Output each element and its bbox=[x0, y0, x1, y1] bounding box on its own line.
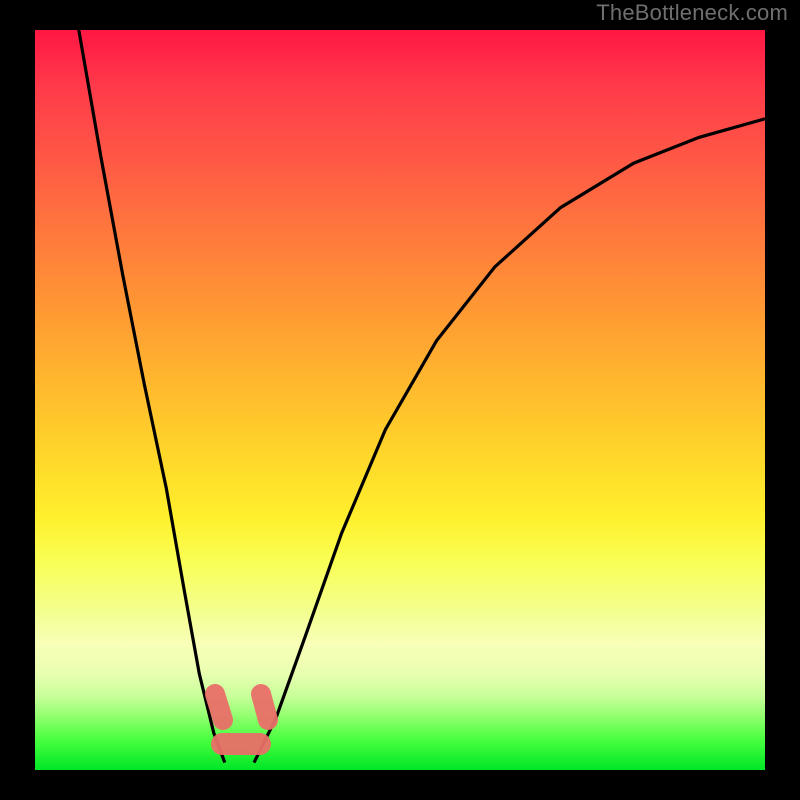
marker-right-lobe bbox=[261, 694, 268, 720]
marker-left-lobe bbox=[215, 694, 223, 720]
chart-frame: TheBottleneck.com bbox=[0, 0, 800, 800]
bottleneck-curve-left bbox=[79, 30, 225, 763]
bottleneck-curve-right bbox=[254, 119, 765, 763]
curve-layer bbox=[0, 0, 800, 800]
